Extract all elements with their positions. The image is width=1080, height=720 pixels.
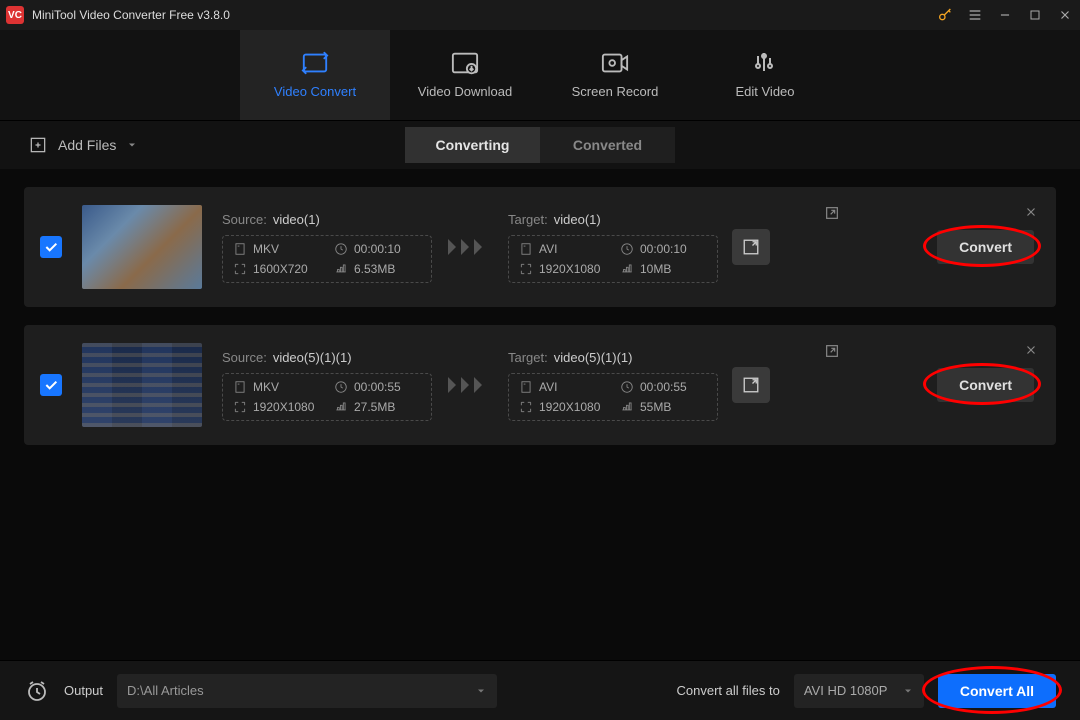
tab-screen-record[interactable]: Screen Record (540, 30, 690, 120)
source-info: Source: video(1) MKV 00:00:10 1600X720 6… (222, 212, 432, 283)
resolution-icon (233, 400, 247, 414)
file-icon (519, 242, 533, 256)
clock-icon (620, 242, 634, 256)
convert-button[interactable]: Convert (937, 368, 1034, 402)
size-icon (334, 262, 348, 276)
menu-icon[interactable] (966, 6, 984, 24)
target-info: Target: video(1) AVI 00:00:10 1920X1080 … (508, 212, 718, 283)
close-icon[interactable] (1056, 6, 1074, 24)
upgrade-key-icon[interactable] (936, 6, 954, 24)
convert-button[interactable]: Convert (937, 230, 1034, 264)
file-icon (233, 242, 247, 256)
edit-target-button[interactable] (732, 367, 770, 403)
video-thumbnail[interactable] (82, 205, 202, 289)
video-thumbnail[interactable] (82, 343, 202, 427)
arrow-icon (448, 236, 492, 258)
target-format-select[interactable]: AVI HD 1080P (794, 674, 924, 708)
subtab-converting[interactable]: Converting (405, 127, 540, 163)
target-info: Target: video(5)(1)(1) AVI 00:00:55 1920… (508, 350, 718, 421)
download-icon (451, 52, 479, 74)
file-checkbox[interactable] (40, 236, 62, 258)
schedule-icon[interactable] (24, 678, 50, 704)
remove-file-button[interactable] (1024, 205, 1038, 224)
footer: Output D:\All Articles Convert all files… (0, 660, 1080, 720)
arrow-icon (448, 374, 492, 396)
open-output-icon[interactable] (824, 205, 840, 226)
clock-icon (334, 242, 348, 256)
file-card: Source: video(5)(1)(1) MKV 00:00:55 1920… (24, 325, 1056, 445)
file-list: Source: video(1) MKV 00:00:10 1600X720 6… (0, 169, 1080, 660)
tab-edit-video[interactable]: Edit Video (690, 30, 840, 120)
app-title: MiniTool Video Converter Free v3.8.0 (32, 8, 936, 22)
source-name: video(1) (273, 212, 320, 227)
check-icon (43, 377, 59, 393)
subtab-converted[interactable]: Converted (540, 127, 675, 163)
chevron-down-icon (902, 685, 914, 697)
resolution-icon (233, 262, 247, 276)
resolution-icon (519, 400, 533, 414)
expand-icon (742, 376, 760, 394)
tab-label: Screen Record (572, 84, 659, 99)
target-label: Target: (508, 350, 548, 365)
convert-all-label: Convert all files to (677, 683, 780, 698)
tab-label: Video Convert (274, 84, 356, 99)
source-label: Source: (222, 350, 267, 365)
chevron-down-icon (475, 685, 487, 697)
output-path-value: D:\All Articles (127, 683, 204, 698)
resolution-icon (519, 262, 533, 276)
edit-target-button[interactable] (732, 229, 770, 265)
file-card: Source: video(1) MKV 00:00:10 1600X720 6… (24, 187, 1056, 307)
add-file-icon (28, 135, 48, 155)
output-label: Output (64, 683, 103, 698)
maximize-icon[interactable] (1026, 6, 1044, 24)
target-name: video(5)(1)(1) (554, 350, 633, 365)
convert-all-button[interactable]: Convert All (938, 674, 1056, 708)
clock-icon (334, 380, 348, 394)
app-logo-icon: VC (6, 6, 24, 24)
file-checkbox[interactable] (40, 374, 62, 396)
size-icon (620, 262, 634, 276)
main-tabs: Video Convert Video Download Screen Reco… (0, 30, 1080, 121)
record-icon (601, 52, 629, 74)
file-icon (519, 380, 533, 394)
open-output-icon[interactable] (824, 343, 840, 364)
expand-icon (742, 238, 760, 256)
source-info: Source: video(5)(1)(1) MKV 00:00:55 1920… (222, 350, 432, 421)
size-icon (334, 400, 348, 414)
tab-label: Edit Video (735, 84, 794, 99)
tab-video-download[interactable]: Video Download (390, 30, 540, 120)
remove-file-button[interactable] (1024, 343, 1038, 362)
clock-icon (620, 380, 634, 394)
titlebar: VC MiniTool Video Converter Free v3.8.0 (0, 0, 1080, 30)
target-label: Target: (508, 212, 548, 227)
size-icon (620, 400, 634, 414)
target-format-value: AVI HD 1080P (804, 683, 888, 698)
tab-label: Video Download (418, 84, 512, 99)
check-icon (43, 239, 59, 255)
add-files-button[interactable]: Add Files (28, 135, 138, 155)
output-path-select[interactable]: D:\All Articles (117, 674, 497, 708)
target-name: video(1) (554, 212, 601, 227)
minimize-icon[interactable] (996, 6, 1014, 24)
convert-icon (301, 52, 329, 74)
tab-video-convert[interactable]: Video Convert (240, 30, 390, 120)
toolbar: Add Files Converting Converted (0, 121, 1080, 169)
edit-icon (751, 52, 779, 74)
chevron-down-icon (126, 139, 138, 151)
source-name: video(5)(1)(1) (273, 350, 352, 365)
file-icon (233, 380, 247, 394)
source-label: Source: (222, 212, 267, 227)
add-files-label: Add Files (58, 137, 116, 153)
